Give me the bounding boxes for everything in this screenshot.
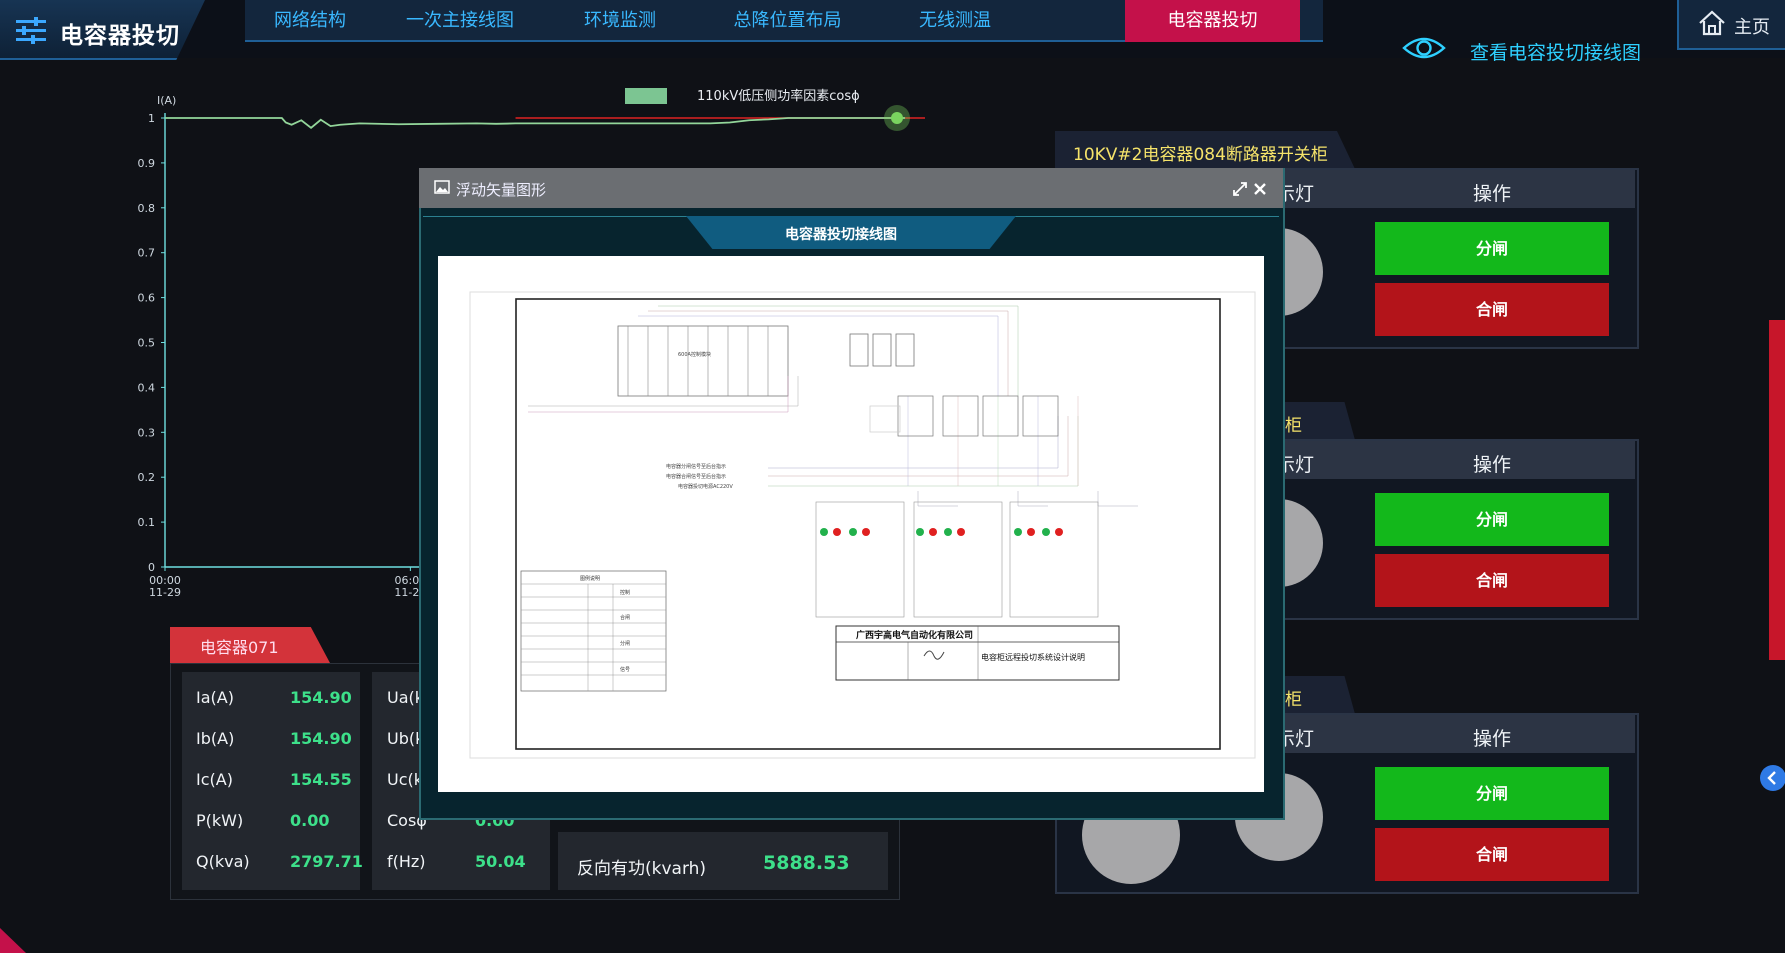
metric-value: 2797.71 <box>290 852 363 871</box>
y-tick-label: 0.8 <box>138 202 156 215</box>
settings-sliders-icon <box>16 17 46 44</box>
reverse-active-label: 反向有功(kvarh) <box>577 859 707 879</box>
cabinet-title: 10KV#2电容器084断路器开关柜 <box>1073 145 1328 165</box>
metric-label: Ic(A) <box>196 770 233 789</box>
y-tick-label: 1 <box>148 112 155 125</box>
legend-title: 图例说明 <box>580 575 600 582</box>
close-switch-button[interactable]: 合闸 <box>1375 554 1609 607</box>
home-label: 主页 <box>1734 17 1770 38</box>
series-line <box>165 117 905 130</box>
nav-network-structure[interactable]: 网络结构 <box>245 0 375 42</box>
chevron-left-icon <box>1767 771 1776 785</box>
open-switch-button[interactable]: 分闸 <box>1375 767 1609 820</box>
corner-accent <box>0 928 26 953</box>
y-tick-label: 0.9 <box>138 157 156 170</box>
nav-capacitor-switching[interactable]: 电容器投切 <box>1125 0 1300 42</box>
y-tick-label: 0.7 <box>138 247 156 260</box>
note-3: 电容器投切电源AC220V <box>678 483 733 490</box>
nav-layout[interactable]: 总降位置布局 <box>695 0 880 42</box>
collapse-arrow-button[interactable] <box>1760 765 1785 791</box>
y-tick-label: 0 <box>148 561 155 574</box>
open-switch-button[interactable]: 分闸 <box>1375 222 1609 275</box>
legend-item: 合闸 <box>620 614 630 621</box>
top-nav: 网络结构 一次主接线图 环境监测 总降位置布局 无线测温 电容器投切 <box>245 0 1323 42</box>
wiring-diagram: 600A控制模块 电容器分闸信号至后台指示 电容器合闸信号至后台指示 电容器投切… <box>469 291 1256 759</box>
y-tick-label: 0.4 <box>138 381 156 394</box>
metric-label: f(Hz) <box>387 852 426 871</box>
y-tick-label: 0.6 <box>138 292 156 305</box>
image-icon <box>434 180 450 194</box>
open-switch-button[interactable]: 分闸 <box>1375 493 1609 546</box>
signature-mark <box>923 650 945 660</box>
drawing-company: 广西宇高电气自动化有限公司 <box>856 629 973 641</box>
metric-label: P(kW) <box>196 811 244 830</box>
top-module-label: 600A控制模块 <box>678 351 711 358</box>
x-tick-date: 11-29 <box>149 586 181 599</box>
legend-item: 控制 <box>620 589 630 596</box>
side-scroll-edge <box>1769 320 1785 660</box>
maximize-icon[interactable] <box>1232 181 1248 197</box>
eye-icon[interactable] <box>1402 33 1446 63</box>
y-tick-label: 0.1 <box>138 516 156 529</box>
legend-item: 分闸 <box>620 640 630 647</box>
nav-main-wiring[interactable]: 一次主接线图 <box>375 0 545 42</box>
app-title: 电容器投切 <box>60 23 180 49</box>
legend-swatch <box>625 88 667 104</box>
drawing-doc-title: 电容柜远程投切系统设计说明 <box>981 652 1085 662</box>
home-icon <box>1699 10 1725 36</box>
y-tick-label: 0.2 <box>138 471 156 484</box>
metric-label: Uc(k <box>387 770 424 789</box>
wiring-diagram-sheet: 600A控制模块 电容器分闸信号至后台指示 电容器合闸信号至后台指示 电容器投切… <box>438 256 1264 792</box>
dialog-title: 浮动矢量图形 <box>456 181 547 199</box>
capacitor-tab-label: 电容器071 <box>200 638 279 657</box>
nav-wireless-temp[interactable]: 无线测温 <box>880 0 1030 42</box>
close-switch-button[interactable]: 合闸 <box>1375 283 1609 336</box>
legend-item: 信号 <box>620 666 630 673</box>
operation-header: 操作 <box>1473 728 1512 750</box>
metric-value: 50.04 <box>475 852 526 871</box>
metric-value: 154.90 <box>290 729 352 748</box>
y-tick-label: 0.5 <box>138 337 156 350</box>
operation-header: 操作 <box>1473 454 1512 476</box>
y-tick-label: 0.3 <box>138 426 156 439</box>
close-icon[interactable] <box>1253 182 1267 196</box>
metric-label: Ib(A) <box>196 729 235 748</box>
metric-value: 154.55 <box>290 770 352 789</box>
close-switch-button[interactable]: 合闸 <box>1375 828 1609 881</box>
operation-header: 操作 <box>1473 183 1512 205</box>
note-2: 电容器合闸信号至后台指示 <box>666 473 726 480</box>
nav-environment[interactable]: 环境监测 <box>545 0 695 42</box>
metric-value: 0.00 <box>290 811 330 830</box>
dialog-ribbon-label: 电容器投切接线图 <box>785 227 897 243</box>
note-1: 电容器分闸信号至后台指示 <box>666 463 726 470</box>
metric-value: 154.90 <box>290 688 352 707</box>
metric-label: Q(kva) <box>196 852 250 871</box>
y-axis-label: I(A) <box>157 94 176 107</box>
reverse-active-value: 5888.53 <box>763 852 850 874</box>
dialog-header[interactable] <box>419 168 1283 208</box>
metric-label: Ia(A) <box>196 688 234 707</box>
endpoint-marker <box>891 112 903 124</box>
chart-legend-label: 110kV低压侧功率因素cosϕ <box>697 88 860 104</box>
view-wiring-link[interactable]: 查看电容投切接线图 <box>1470 38 1641 65</box>
